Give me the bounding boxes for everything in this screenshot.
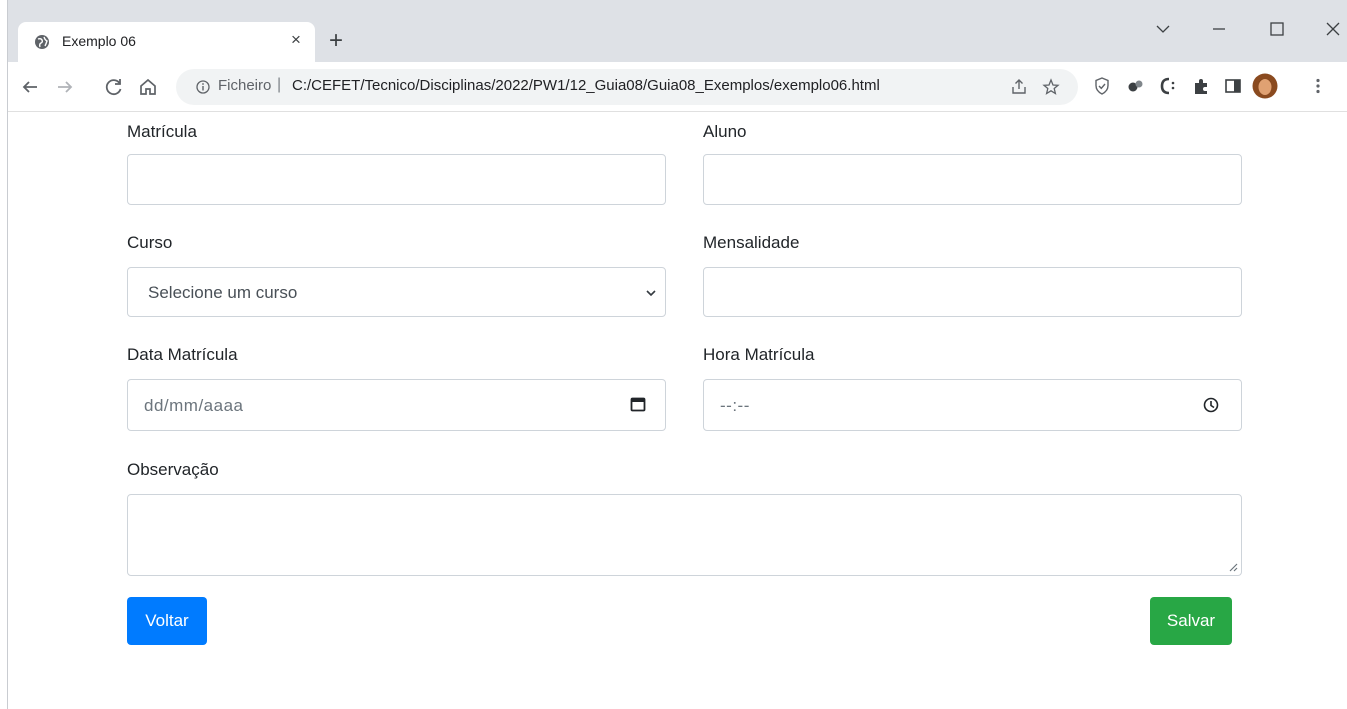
- hora-matricula-label: Hora Matrícula: [703, 345, 815, 364]
- clock-icon[interactable]: [1203, 397, 1219, 413]
- balls-extension-icon[interactable]: [1126, 76, 1146, 96]
- page-content: Matrícula Aluno Curso Selecione um curso…: [8, 112, 1347, 709]
- address-bar[interactable]: Ficheiro | C:/CEFET/Tecnico/Disciplinas/…: [176, 69, 1078, 105]
- close-window-icon[interactable]: [1318, 17, 1347, 41]
- data-matricula-placeholder: dd/mm/aaaa: [144, 396, 244, 415]
- browser-tab[interactable]: Exemplo 06 ×: [18, 22, 315, 62]
- aluno-label: Aluno: [703, 122, 747, 141]
- observacao-textarea[interactable]: [127, 494, 1242, 576]
- colorzilla-extension-icon[interactable]: [1158, 76, 1178, 96]
- salvar-button[interactable]: Salvar: [1150, 597, 1232, 645]
- tab-close-icon[interactable]: ×: [286, 30, 306, 50]
- observacao-label: Observação: [127, 460, 219, 479]
- data-matricula-label: Data Matrícula: [127, 345, 238, 364]
- url-text[interactable]: C:/CEFET/Tecnico/Disciplinas/2022/PW1/12…: [292, 77, 880, 94]
- voltar-button[interactable]: Voltar: [127, 597, 207, 645]
- curso-selected-value: Selecione um curso: [148, 283, 298, 302]
- home-icon[interactable]: [136, 75, 160, 99]
- window-edge: [0, 0, 8, 709]
- side-panel-icon[interactable]: [1223, 76, 1243, 96]
- chevron-down-icon: [646, 290, 656, 297]
- curso-select[interactable]: Selecione um curso: [127, 267, 666, 317]
- tab-strip: Exemplo 06 × +: [8, 0, 1347, 62]
- url-separator: |: [277, 76, 282, 93]
- bookmark-star-icon[interactable]: [1042, 78, 1060, 96]
- shield-extension-icon[interactable]: [1092, 76, 1112, 96]
- profile-avatar[interactable]: [1252, 73, 1278, 99]
- matricula-label: Matrícula: [127, 122, 197, 141]
- back-arrow-icon[interactable]: [18, 75, 42, 99]
- matricula-input[interactable]: [127, 154, 666, 205]
- more-menu-icon[interactable]: [1308, 76, 1328, 96]
- new-tab-button[interactable]: +: [322, 28, 350, 56]
- curso-label: Curso: [127, 233, 173, 252]
- aluno-input[interactable]: [703, 154, 1242, 205]
- share-icon[interactable]: [1010, 78, 1028, 96]
- hora-matricula-input[interactable]: --:--: [703, 379, 1242, 431]
- mensalidade-label: Mensalidade: [703, 233, 800, 252]
- hora-matricula-placeholder: --:--: [720, 396, 750, 415]
- minimize-icon[interactable]: [1204, 17, 1234, 41]
- url-scheme-label: Ficheiro: [218, 77, 272, 94]
- puzzle-extensions-icon[interactable]: [1191, 76, 1211, 96]
- reload-icon[interactable]: [102, 75, 126, 99]
- mensalidade-input[interactable]: [703, 267, 1242, 317]
- info-icon[interactable]: [196, 80, 210, 94]
- resize-handle-icon[interactable]: [1228, 562, 1238, 572]
- data-matricula-input[interactable]: dd/mm/aaaa: [127, 379, 666, 431]
- calendar-icon[interactable]: [630, 396, 646, 412]
- maximize-icon[interactable]: [1262, 17, 1292, 41]
- tab-title: Exemplo 06: [62, 33, 136, 49]
- globe-icon: [35, 35, 49, 49]
- forward-arrow-icon[interactable]: [53, 75, 77, 99]
- tab-search-icon[interactable]: [1148, 17, 1178, 41]
- browser-toolbar: Ficheiro | C:/CEFET/Tecnico/Disciplinas/…: [8, 62, 1347, 112]
